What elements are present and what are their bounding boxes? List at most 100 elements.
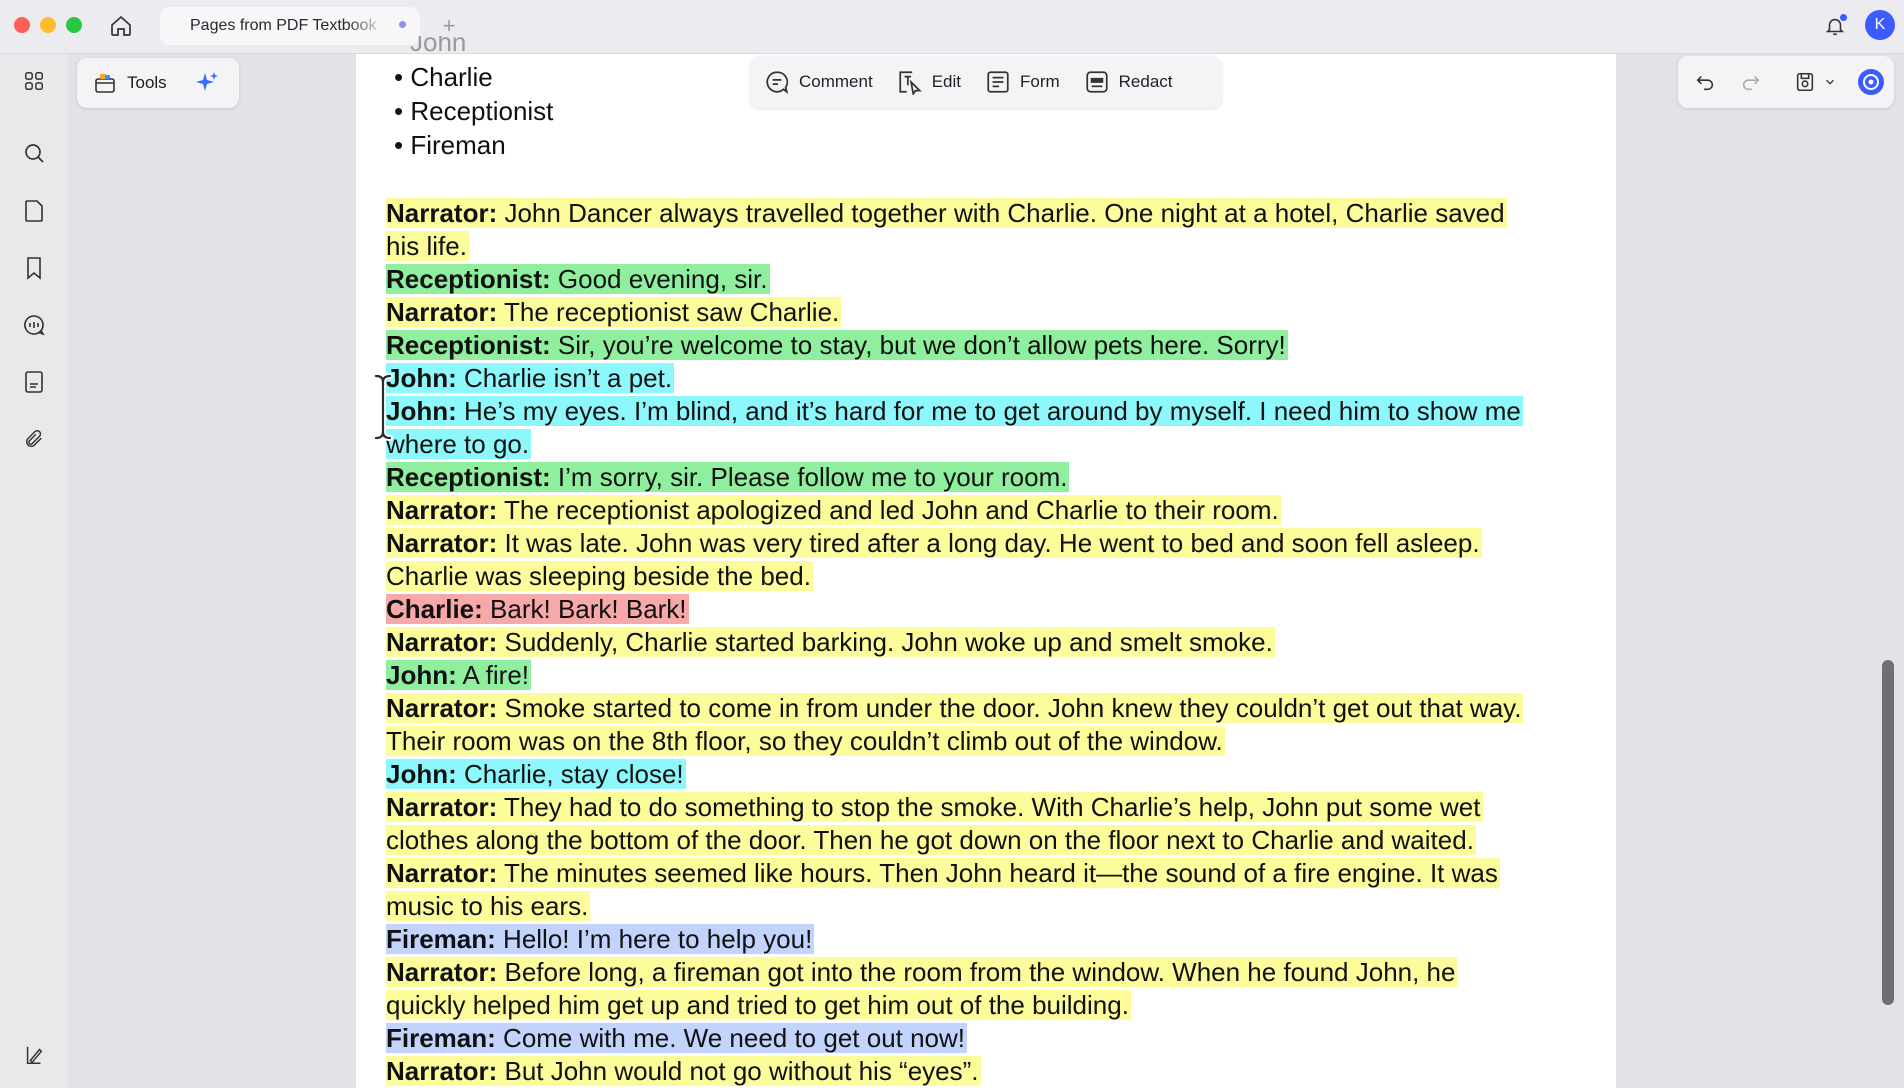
script-line: Narrator: The receptionist apologized an… — [386, 494, 1281, 526]
pages-icon[interactable] — [19, 196, 49, 226]
script-line: Charlie was sleeping beside the bed. — [386, 560, 813, 592]
script-line: John: He’s my eyes. I’m blind, and it’s … — [386, 395, 1523, 427]
highlighted-text[interactable]: his life. — [386, 231, 469, 261]
script-line: Fireman: Come with me. We need to get ou… — [386, 1022, 968, 1054]
redact-button[interactable]: Redact — [1084, 69, 1173, 95]
character-list-partial: John — [410, 36, 467, 54]
minimize-window-button[interactable] — [40, 17, 56, 33]
dialogue-text: The minutes seemed like hours. Then John… — [497, 858, 1498, 888]
feedback-icon[interactable] — [19, 1040, 49, 1070]
highlighted-text[interactable]: music to his ears. — [386, 891, 591, 921]
home-icon[interactable] — [106, 11, 136, 41]
undo-icon[interactable] — [1690, 67, 1720, 97]
highlighted-text[interactable]: Narrator: It was late. John was very tir… — [386, 528, 1482, 558]
speaker-name: Narrator: — [386, 693, 498, 723]
dialogue-text: Come with me. We need to get out now! — [495, 1023, 966, 1053]
ai-sparkle-button[interactable] — [193, 69, 221, 97]
script-line: Narrator: Before long, a fireman got int… — [386, 956, 1458, 988]
dialogue-text: Good evening, sir. — [550, 264, 768, 294]
document-icon[interactable] — [19, 367, 49, 397]
edit-text-icon — [899, 71, 922, 95]
script-line: Narrator: It was late. John was very tir… — [386, 527, 1482, 559]
notification-dot — [1840, 14, 1847, 21]
sparkle-icon — [195, 72, 218, 91]
tools-label: Tools — [127, 73, 167, 92]
dialogue-text: Charlie was sleeping beside the bed. — [386, 561, 811, 591]
highlighted-text[interactable]: Narrator: The receptionist apologized an… — [386, 495, 1281, 525]
form-button[interactable]: Form — [985, 69, 1060, 95]
highlighted-text[interactable]: John: A fire! — [386, 660, 532, 690]
apps-grid-icon[interactable] — [19, 66, 49, 96]
user-avatar[interactable]: K — [1865, 10, 1895, 40]
zoom-window-button[interactable] — [66, 17, 82, 33]
script-line: his life. — [386, 230, 469, 262]
highlighted-text[interactable]: Fireman: Come with me. We need to get ou… — [386, 1023, 968, 1053]
highlighted-text[interactable]: Narrator: John Dancer always travelled t… — [386, 198, 1507, 228]
highlighted-text[interactable]: Narrator: The receptionist saw Charlie. — [386, 297, 842, 327]
search-icon[interactable] — [19, 138, 49, 168]
highlighted-text[interactable]: Receptionist: Good evening, sir. — [386, 264, 770, 294]
dialogue-text: music to his ears. — [386, 891, 589, 921]
dialogue-text: John Dancer always travelled together wi… — [497, 198, 1505, 228]
script-line: Their room was on the 8th floor, so they… — [386, 725, 1225, 757]
highlighted-text[interactable]: Narrator: They had to do something to st… — [386, 792, 1483, 822]
speaker-name: Fireman: — [386, 1023, 496, 1053]
comment-icon — [766, 71, 789, 94]
highlighted-text[interactable]: Receptionist: I’m sorry, sir. Please fol… — [386, 462, 1070, 492]
highlighted-text[interactable]: Charlie: Bark! Bark! Bark! — [386, 594, 689, 624]
script-line: Narrator: The receptionist saw Charlie. — [386, 296, 842, 328]
speaker-name: Narrator: — [386, 627, 498, 657]
character-list-item: • Charlie — [394, 62, 493, 92]
comment-button[interactable]: Comment — [764, 69, 873, 95]
script-line: Narrator: But John would not go without … — [386, 1055, 981, 1087]
document-tab[interactable]: Pages from PDF Textbook — [160, 7, 420, 45]
highlighted-text[interactable]: Narrator: Before long, a fireman got int… — [386, 957, 1458, 987]
notification-bell-icon[interactable] — [1820, 11, 1850, 41]
highlighted-text[interactable]: Fireman: Hello! I’m here to help you! — [386, 924, 815, 954]
highlighted-text[interactable]: John: Charlie isn’t a pet. — [386, 363, 675, 393]
close-window-button[interactable] — [14, 17, 30, 33]
annotation-toolbar: Comment Edit Form Redact — [750, 56, 1222, 108]
highlighted-text[interactable]: Narrator: But John would not go without … — [386, 1056, 981, 1086]
document-actions — [1678, 56, 1894, 108]
highlighted-text[interactable]: where to go. — [386, 429, 532, 459]
bookmark-icon[interactable] — [19, 253, 49, 283]
dialogue-text: Sir, you’re welcome to stay, but we don’… — [550, 330, 1286, 360]
save-icon[interactable] — [1790, 67, 1820, 97]
speaker-name: Narrator: — [386, 858, 498, 888]
highlighted-text[interactable]: quickly helped him get up and tried to g… — [386, 990, 1131, 1020]
dialogue-text: He’s my eyes. I’m blind, and it’s hard f… — [456, 396, 1521, 426]
highlighted-text[interactable]: John: He’s my eyes. I’m blind, and it’s … — [386, 396, 1523, 426]
script-line: John: A fire! — [386, 659, 532, 691]
script-line: Narrator: John Dancer always travelled t… — [386, 197, 1507, 229]
scrollbar-thumb[interactable] — [1882, 660, 1894, 1005]
speaker-name: Fireman: — [386, 924, 496, 954]
edit-button[interactable]: Edit — [897, 69, 961, 95]
speaker-name: Narrator: — [386, 495, 498, 525]
highlighted-text[interactable]: Narrator: Suddenly, Charlie started bark… — [386, 627, 1275, 657]
highlighted-text[interactable]: Narrator: The minutes seemed like hours.… — [386, 858, 1500, 888]
script-line: Narrator: Suddenly, Charlie started bark… — [386, 626, 1275, 658]
tab-title: Pages from PDF Textbook — [190, 17, 377, 34]
dialogue-text: Before long, a fireman got into the room… — [497, 957, 1456, 987]
chevron-down-icon[interactable] — [1820, 67, 1840, 97]
redact-icon — [1086, 71, 1108, 93]
comments-icon[interactable] — [19, 310, 49, 340]
highlighted-text[interactable]: clothes along the bottom of the door. Th… — [386, 825, 1476, 855]
highlighted-text[interactable]: Their room was on the 8th floor, so they… — [386, 726, 1225, 756]
speaker-name: Narrator: — [386, 957, 498, 987]
form-label: Form — [1019, 72, 1060, 91]
script-line: music to his ears. — [386, 890, 591, 922]
highlighted-text[interactable]: Charlie was sleeping beside the bed. — [386, 561, 813, 591]
highlighted-text[interactable]: John: Charlie, stay close! — [386, 759, 686, 789]
script-line: where to go. — [386, 428, 532, 460]
tools-button[interactable]: Tools — [93, 71, 167, 95]
toolbox-icon — [95, 74, 115, 93]
dialogue-text: Their room was on the 8th floor, so they… — [386, 726, 1223, 756]
script-line: Receptionist: Good evening, sir. — [386, 263, 770, 295]
attachment-icon[interactable] — [19, 424, 49, 454]
redo-icon[interactable] — [1736, 67, 1766, 97]
highlighted-text[interactable]: Narrator: Smoke started to come in from … — [386, 693, 1524, 723]
highlighted-text[interactable]: Receptionist: Sir, you’re welcome to sta… — [386, 330, 1288, 360]
speaker-name: Receptionist: — [386, 330, 551, 360]
